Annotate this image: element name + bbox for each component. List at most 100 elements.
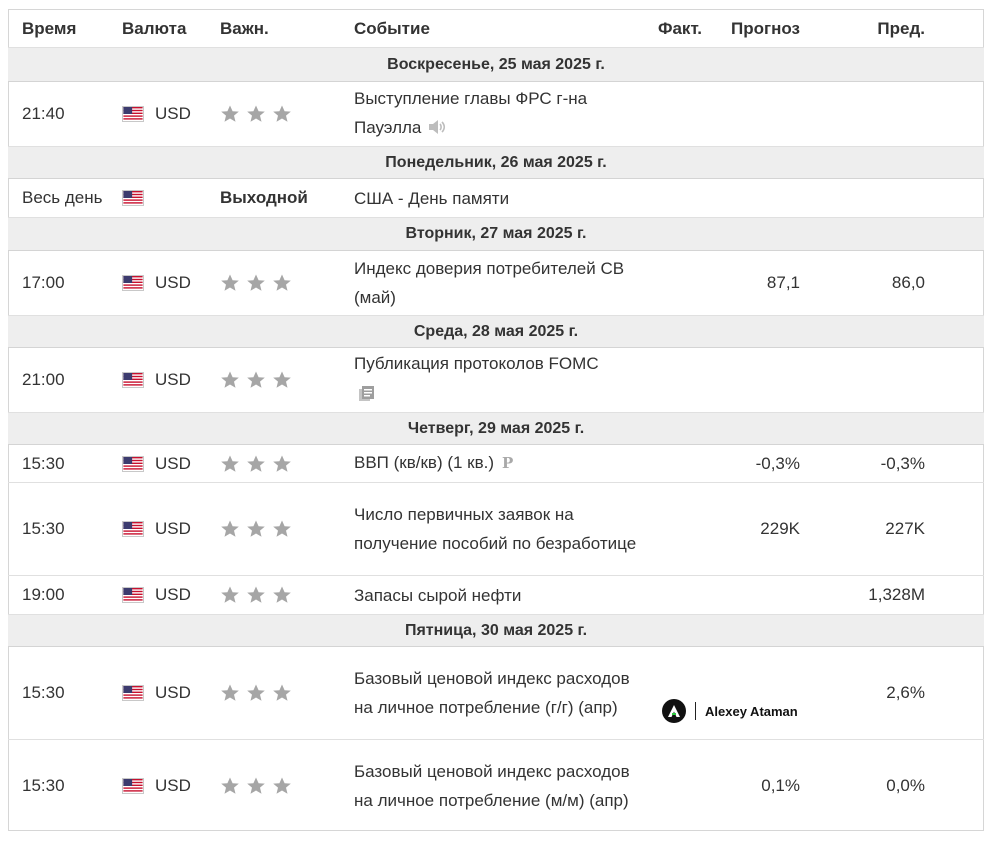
event-name[interactable]: Запасы сырой нефти: [354, 576, 644, 614]
event-actual: [642, 348, 702, 412]
event-forecast: 0,1%: [761, 775, 800, 795]
event-previous: 1,328M: [868, 585, 925, 604]
us-flag-icon: [122, 445, 144, 482]
event-time: 15:30: [22, 775, 65, 795]
event-name-cell[interactable]: Выступление главы ФРС г-на Пауэлла: [354, 82, 644, 146]
importance-stars: [220, 445, 292, 482]
us-flag-icon: [122, 348, 144, 412]
event-name[interactable]: Выступление главы ФРС г-на Пауэлла: [354, 89, 587, 137]
day-header: Вторник, 27 мая 2025 г.: [8, 218, 984, 251]
star-icon: [220, 585, 240, 605]
event-actual: [642, 740, 702, 831]
us-flag-icon: [122, 647, 144, 739]
importance-stars: [220, 576, 292, 614]
star-icon: [272, 273, 292, 293]
event-name[interactable]: США - День памяти: [354, 179, 644, 217]
event-time: 15:30: [22, 453, 65, 473]
table-header: Время Валюта Важн. Событие Факт. Прогноз…: [8, 10, 984, 48]
event-row[interactable]: 15:30 USD Число первичных заявок на полу…: [8, 483, 984, 576]
us-flag-icon: [122, 251, 144, 315]
event-previous: 2,6%: [886, 683, 925, 702]
event-forecast: [708, 576, 800, 614]
event-time: Весь день: [22, 188, 103, 207]
event-currency: USD: [155, 104, 191, 123]
us-flag-icon: [122, 483, 144, 575]
event-forecast: [708, 647, 800, 739]
event-forecast: [708, 82, 800, 146]
day-title: Четверг, 29 мая 2025 г.: [407, 419, 585, 437]
event-actual: [642, 483, 702, 575]
importance-stars: [220, 82, 292, 146]
event-name-cell[interactable]: Публикация протоколов FOMC: [354, 348, 644, 412]
event-currency: USD: [155, 519, 191, 538]
us-flag-icon: [122, 179, 144, 217]
importance-stars: [220, 740, 292, 831]
watermark-separator: [695, 702, 696, 720]
event-previous: 86,0: [891, 273, 925, 292]
header-importance[interactable]: Важн.: [220, 10, 269, 47]
event-time: 19:00: [22, 585, 65, 604]
star-icon: [220, 273, 240, 293]
watermark: Alexey Ataman: [662, 699, 798, 723]
header-actual[interactable]: Факт.: [642, 10, 702, 47]
event-row[interactable]: 21:40 USD Выступление главы ФРС г-на Пау…: [8, 82, 984, 147]
event-currency: USD: [155, 273, 191, 292]
event-row[interactable]: 15:30 USD Базовый ценовой индекс расходо…: [8, 647, 984, 740]
importance-stars: [220, 483, 292, 575]
event-name[interactable]: Базовый ценовой индекс расходов на лично…: [354, 740, 644, 831]
event-row[interactable]: 15:30 USD Базовый ценовой индекс расходо…: [8, 740, 984, 831]
header-forecast[interactable]: Прогноз: [708, 10, 800, 47]
event-name[interactable]: Базовый ценовой индекс расходов на лично…: [354, 647, 644, 739]
day-header: Воскресенье, 25 мая 2025 г.: [8, 48, 984, 82]
us-flag-icon: [122, 740, 144, 831]
star-icon: [220, 776, 240, 796]
speaker-icon: [427, 115, 447, 144]
star-icon: [272, 104, 292, 124]
event-name[interactable]: Число первичных заявок на получение посо…: [354, 483, 644, 575]
star-icon: [246, 683, 266, 703]
event-previous: 227K: [885, 519, 925, 538]
star-icon: [272, 370, 292, 390]
importance-stars: [220, 647, 292, 739]
star-icon: [272, 683, 292, 703]
star-icon: [220, 454, 240, 474]
event-previous: [828, 348, 925, 412]
event-name[interactable]: Индекс доверия потребителей CB (май): [354, 251, 644, 315]
document-icon: [358, 382, 376, 411]
event-currency: USD: [155, 370, 191, 389]
event-forecast: 87,1: [766, 273, 800, 292]
event-row[interactable]: 21:00 USD Публикация протоколов FOMC: [8, 348, 984, 413]
event-row[interactable]: 17:00 USD Индекс доверия потребителей CB…: [8, 251, 984, 316]
svg-text:P: P: [502, 454, 513, 470]
star-icon: [246, 585, 266, 605]
day-header: Пятница, 30 мая 2025 г.: [8, 615, 984, 647]
event-row[interactable]: 19:00 USD Запасы сырой нефти 1,328M: [8, 576, 984, 615]
star-icon: [272, 776, 292, 796]
star-icon: [272, 519, 292, 539]
event-name[interactable]: ВВП (кв/кв) (1 кв.): [354, 453, 494, 472]
header-time[interactable]: Время: [22, 10, 76, 47]
star-icon: [220, 519, 240, 539]
event-previous: 0,0%: [886, 775, 925, 795]
header-currency[interactable]: Валюта: [122, 10, 186, 47]
event-name[interactable]: Публикация протоколов FOMC: [354, 354, 599, 373]
header-event[interactable]: Событие: [354, 10, 644, 47]
star-icon: [220, 370, 240, 390]
event-actual: [642, 82, 702, 146]
event-row[interactable]: Весь день Выходной США - День памяти: [8, 179, 984, 218]
event-row[interactable]: 15:30 USD ВВП (кв/кв) (1 кв.) P -0,3% -0,…: [8, 445, 984, 483]
event-name-cell[interactable]: ВВП (кв/кв) (1 кв.) P: [354, 445, 644, 482]
star-icon: [246, 370, 266, 390]
event-currency: USD: [155, 585, 191, 604]
day-title: Воскресенье, 25 мая 2025 г.: [387, 55, 605, 73]
event-actual: [642, 647, 702, 739]
event-currency: USD: [155, 775, 191, 795]
event-forecast: 229K: [760, 519, 800, 538]
star-icon: [220, 104, 240, 124]
importance-stars: [220, 348, 292, 412]
event-actual: [642, 445, 702, 482]
event-previous: -0,3%: [880, 453, 925, 473]
header-previous[interactable]: Пред.: [828, 10, 925, 47]
day-header: Понедельник, 26 мая 2025 г.: [8, 147, 984, 179]
day-title: Среда, 28 мая 2025 г.: [413, 322, 579, 340]
